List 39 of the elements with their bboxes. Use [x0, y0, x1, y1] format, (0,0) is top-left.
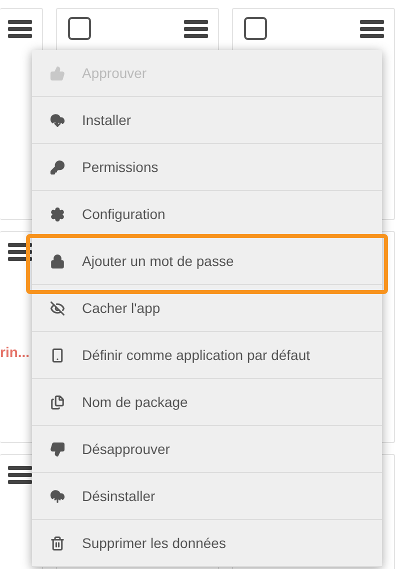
menu-item-label: Installer [82, 110, 132, 130]
cloud-upload-icon [50, 488, 64, 504]
menu-item-label: Ajouter un mot de passe [82, 252, 234, 271]
menu-item[interactable]: Définir comme application par défaut [32, 332, 382, 379]
menu-icon[interactable] [8, 19, 32, 39]
cloud-download-icon [50, 112, 64, 128]
key-icon [50, 160, 64, 174]
files-icon [50, 394, 64, 410]
menu-icon[interactable] [8, 242, 32, 262]
menu-item-label: Désinstaller [82, 486, 156, 506]
checkbox[interactable] [68, 17, 91, 40]
menu-item[interactable]: Permissions [32, 144, 382, 191]
menu-icon[interactable] [360, 19, 384, 39]
menu-item[interactable]: Désinstaller [32, 473, 382, 520]
menu-item-label: Supprimer les données [82, 534, 226, 553]
menu-item-label: Permissions [82, 158, 158, 176]
menu-item-label: Cacher l'app [82, 298, 160, 318]
menu-item-label: Désapprouver [82, 440, 170, 459]
thumbs-up-icon [50, 66, 64, 80]
menu-item-label: Définir comme application par défaut [82, 346, 310, 365]
gears-icon [50, 206, 64, 222]
lock-icon [50, 254, 64, 268]
menu-icon[interactable] [8, 465, 32, 485]
phone-icon [50, 348, 64, 362]
menu-item-label: Nom de package [82, 392, 188, 412]
menu-item[interactable]: Cacher l'app [32, 285, 382, 332]
menu-icon[interactable] [184, 19, 208, 39]
menu-item[interactable]: Nom de package [32, 379, 382, 426]
menu-item[interactable]: Configuration [32, 191, 382, 238]
menu-item[interactable]: Supprimer les données [32, 520, 382, 567]
eye-slash-icon [50, 300, 64, 316]
menu-item-label: Configuration [82, 204, 166, 224]
checkbox[interactable] [244, 17, 267, 40]
thumbs-down-icon [50, 442, 64, 456]
trash-icon [50, 536, 64, 550]
menu-item[interactable]: Désapprouver [32, 426, 382, 473]
menu-item[interactable]: Installer [32, 97, 382, 144]
menu-item[interactable]: Ajouter un mot de passe [32, 238, 382, 285]
app-title: rin... [0, 343, 30, 362]
